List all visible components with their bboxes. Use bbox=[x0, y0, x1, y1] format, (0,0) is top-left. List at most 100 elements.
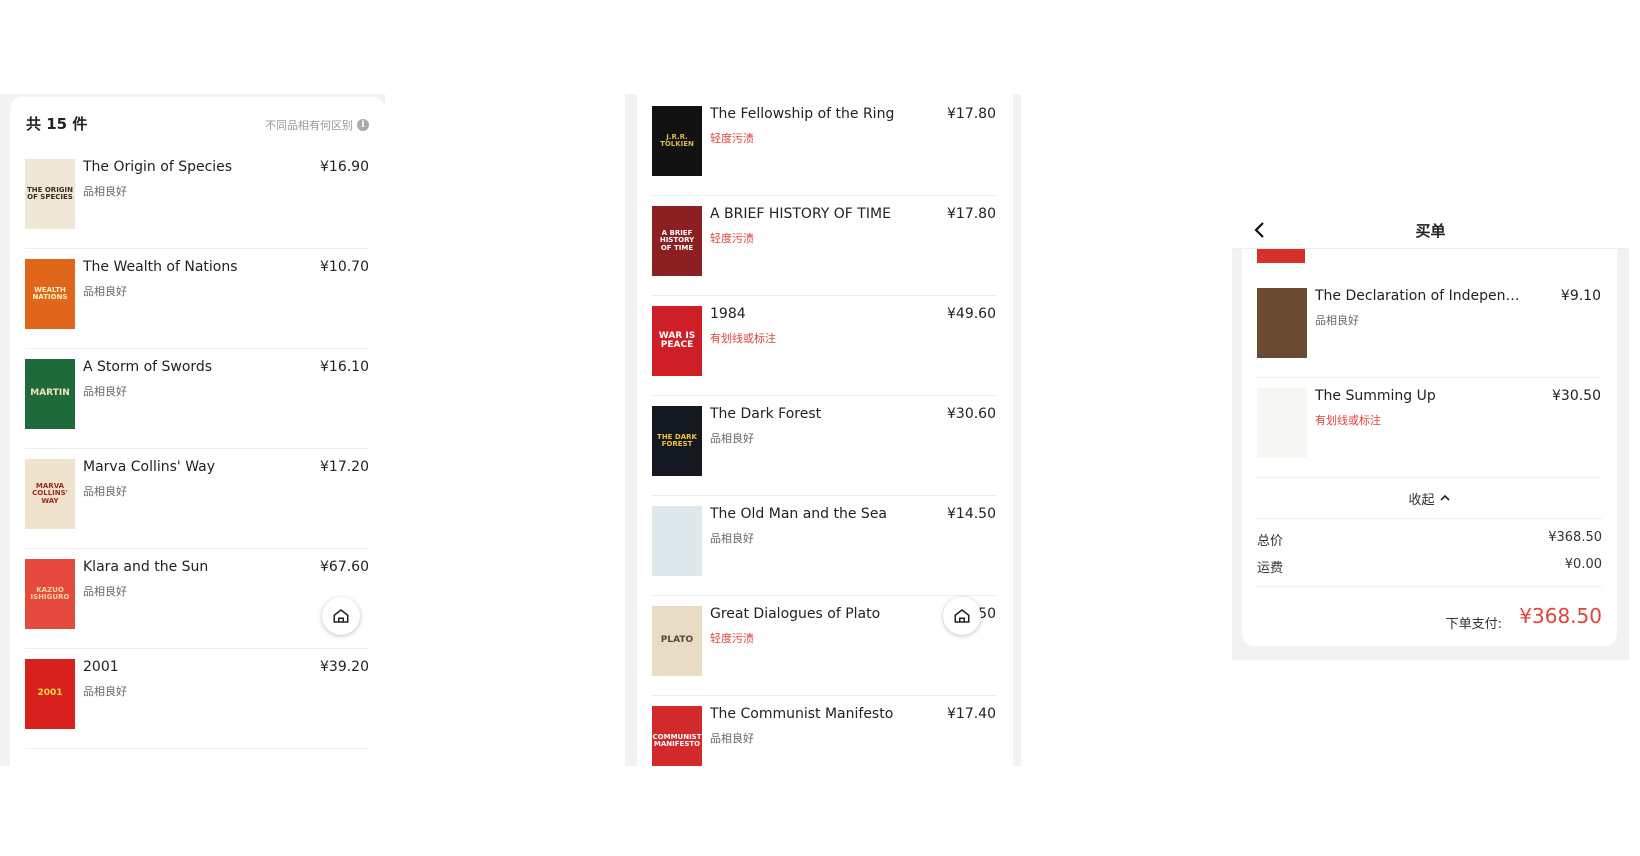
book-list-item[interactable]: MARTIN A Storm of Swords ¥16.10 品相良好 bbox=[25, 349, 369, 449]
book-price: ¥10.70 bbox=[320, 259, 369, 275]
book-cover-image: A BRIEF HISTORY OF TIME bbox=[652, 206, 702, 276]
book-cover-image bbox=[1257, 288, 1307, 358]
book-condition: 品相良好 bbox=[83, 685, 127, 698]
book-cover-image: THE ORIGIN OF SPECIES bbox=[25, 159, 75, 229]
book-title: The Old Man and the Sea bbox=[710, 506, 888, 522]
order-list-panel-1: 共 15 件 不同品相有何区别 i THE ORIGIN OF SPECIES T… bbox=[0, 94, 385, 766]
book-price: ¥16.10 bbox=[320, 359, 369, 375]
book-title: A BRIEF HISTORY OF TIME bbox=[710, 206, 891, 222]
payment-row: 下单支付: ¥368.50 bbox=[1257, 586, 1602, 632]
book-title: The Communist Manifesto bbox=[710, 706, 894, 722]
book-cover-text: THE ORIGIN OF SPECIES bbox=[27, 185, 74, 201]
book-cover-text: THE DARK FOREST bbox=[657, 432, 697, 448]
shipping-fee-label: 运费 bbox=[1257, 561, 1284, 576]
book-title: The Wealth of Nations bbox=[83, 259, 238, 275]
book-list-item[interactable]: KAZUO ISHIGURO Klara and the Sun ¥67.60 品相良… bbox=[25, 549, 369, 649]
book-condition: 有划线或标注 bbox=[710, 332, 776, 345]
condition-difference-label: 不同品相有何区别 bbox=[265, 119, 353, 132]
book-title: The Declaration of Independence... bbox=[1315, 288, 1525, 304]
payment-label: 下单支付: bbox=[1445, 617, 1502, 632]
book-list-item[interactable]: 2001 2001 ¥39.20 品相良好 bbox=[25, 649, 369, 749]
book-cover-image: KAZUO ISHIGURO bbox=[25, 559, 75, 629]
book-cover-text: WAR IS PEACE bbox=[658, 330, 696, 350]
book-price: ¥30.50 bbox=[1552, 388, 1601, 404]
book-condition: 品相良好 bbox=[83, 385, 127, 398]
book-cover-text: MARTIN bbox=[30, 388, 70, 399]
book-price: ¥17.80 bbox=[947, 106, 996, 122]
book-condition: 品相良好 bbox=[710, 432, 754, 445]
collapse-button[interactable]: 收起 bbox=[1257, 478, 1602, 519]
shipping-fee-row: 运费 ¥0.00 bbox=[1257, 557, 1602, 576]
book-title: 1984 bbox=[710, 306, 746, 322]
book-title: Great Dialogues of Plato bbox=[710, 606, 881, 622]
chevron-up-icon bbox=[1439, 494, 1450, 501]
book-condition: 轻度污渍 bbox=[710, 232, 754, 245]
book-list-item[interactable]: THE DARK FOREST The Dark Forest ¥30.60 品相良好 bbox=[652, 396, 996, 496]
book-price: ¥49.60 bbox=[947, 306, 996, 322]
total-price-row: 总价 ¥368.50 bbox=[1257, 530, 1602, 549]
book-condition: 有划线或标注 bbox=[1315, 414, 1381, 427]
book-title: The Summing Up bbox=[1315, 388, 1436, 404]
book-price: ¥17.80 bbox=[947, 206, 996, 222]
top-navigation-bar: 买单 bbox=[1232, 214, 1629, 249]
total-price-label: 总价 bbox=[1257, 534, 1284, 549]
book-cover-text: PLATO bbox=[660, 635, 694, 646]
book-list-item[interactable]: MARVA COLLINS' WAY Marva Collins' Way ¥17.… bbox=[25, 449, 369, 549]
book-condition: 品相良好 bbox=[83, 185, 127, 198]
book-title: The Dark Forest bbox=[710, 406, 822, 422]
home-icon bbox=[954, 609, 970, 623]
book-list-item[interactable]: The Summing Up ¥30.50 有划线或标注 bbox=[1257, 378, 1601, 478]
book-title: A Storm of Swords bbox=[83, 359, 213, 375]
book-price: ¥17.40 bbox=[947, 706, 996, 722]
page-title: 买单 bbox=[1415, 222, 1446, 240]
book-condition: 品相良好 bbox=[83, 585, 127, 598]
book-list-item[interactable]: WEALTH NATIONS The Wealth of Nations ¥10.7… bbox=[25, 249, 369, 349]
order-list-panel-2: J.R.R. TOLKIEN The Fellowship of the Ring… bbox=[625, 94, 1021, 766]
book-price: ¥39.20 bbox=[320, 659, 369, 675]
book-list-item[interactable]: THE ORIGIN OF SPECIES The Origin of Speci… bbox=[25, 149, 369, 249]
book-cover-image: WAR IS PEACE bbox=[652, 306, 702, 376]
total-price-value: ¥368.50 bbox=[1548, 530, 1602, 545]
book-condition: 品相良好 bbox=[710, 532, 754, 545]
book-cover-text: KAZUO ISHIGURO bbox=[30, 585, 70, 601]
book-list-item[interactable]: WAR IS PEACE 1984 ¥49.60 有划线或标注 bbox=[652, 296, 996, 396]
book-title: Marva Collins' Way bbox=[83, 459, 216, 475]
home-button[interactable] bbox=[322, 597, 360, 635]
book-cover-image: MARVA COLLINS' WAY bbox=[25, 459, 75, 529]
book-cover-image: MARTIN bbox=[25, 359, 75, 429]
checkout-panel: The Declaration of Independence... ¥9.10 品… bbox=[1232, 214, 1629, 660]
book-price: ¥17.20 bbox=[320, 459, 369, 475]
item-count-label: 共 15 件 bbox=[26, 115, 88, 133]
book-cover-image: THE DARK FOREST bbox=[652, 406, 702, 476]
info-icon[interactable]: i bbox=[357, 119, 369, 131]
book-list-item[interactable]: The Declaration of Independence... ¥9.10 品… bbox=[1257, 278, 1601, 378]
book-condition: 品相良好 bbox=[710, 732, 754, 745]
checkout-card: The Declaration of Independence... ¥9.10 品… bbox=[1242, 238, 1617, 646]
book-cover-text: J.R.R. TOLKIEN bbox=[660, 132, 694, 148]
book-cover-image: COMMUNIST MANIFESTO bbox=[652, 706, 702, 766]
home-button[interactable] bbox=[943, 597, 981, 635]
book-condition: 轻度污渍 bbox=[710, 132, 754, 145]
book-cover-image: WEALTH NATIONS bbox=[25, 259, 75, 329]
book-price: ¥14.50 bbox=[947, 506, 996, 522]
order-list-card: 共 15 件 不同品相有何区别 i THE ORIGIN OF SPECIES T… bbox=[10, 97, 385, 766]
book-list-item[interactable]: A BRIEF HISTORY OF TIME A BRIEF HISTORY O… bbox=[652, 196, 996, 296]
book-list-item[interactable]: J.R.R. TOLKIEN The Fellowship of the Ring… bbox=[652, 96, 996, 196]
book-condition: 轻度污渍 bbox=[710, 632, 754, 645]
book-cover-image: J.R.R. TOLKIEN bbox=[652, 106, 702, 176]
book-price: ¥67.60 bbox=[320, 559, 369, 575]
book-list-item[interactable]: COMMUNIST MANIFESTO The Communist Manifes… bbox=[652, 696, 996, 766]
book-price: ¥16.90 bbox=[320, 159, 369, 175]
book-cover-image bbox=[1257, 388, 1307, 458]
book-cover-text: COMMUNIST MANIFESTO bbox=[652, 732, 702, 748]
book-cover-image: 2001 bbox=[25, 659, 75, 729]
item-divider bbox=[25, 748, 369, 749]
condition-difference-link[interactable]: 不同品相有何区别 i bbox=[265, 117, 369, 133]
book-condition: 品相良好 bbox=[83, 485, 127, 498]
book-list-item[interactable]: The Old Man and the Sea ¥14.50 品相良好 bbox=[652, 496, 996, 596]
book-cover-image bbox=[652, 506, 702, 576]
book-condition: 品相良好 bbox=[83, 285, 127, 298]
order-list-card: J.R.R. TOLKIEN The Fellowship of the Ring… bbox=[637, 94, 1013, 766]
book-price: ¥30.60 bbox=[947, 406, 996, 422]
book-price: ¥9.10 bbox=[1560, 288, 1601, 304]
